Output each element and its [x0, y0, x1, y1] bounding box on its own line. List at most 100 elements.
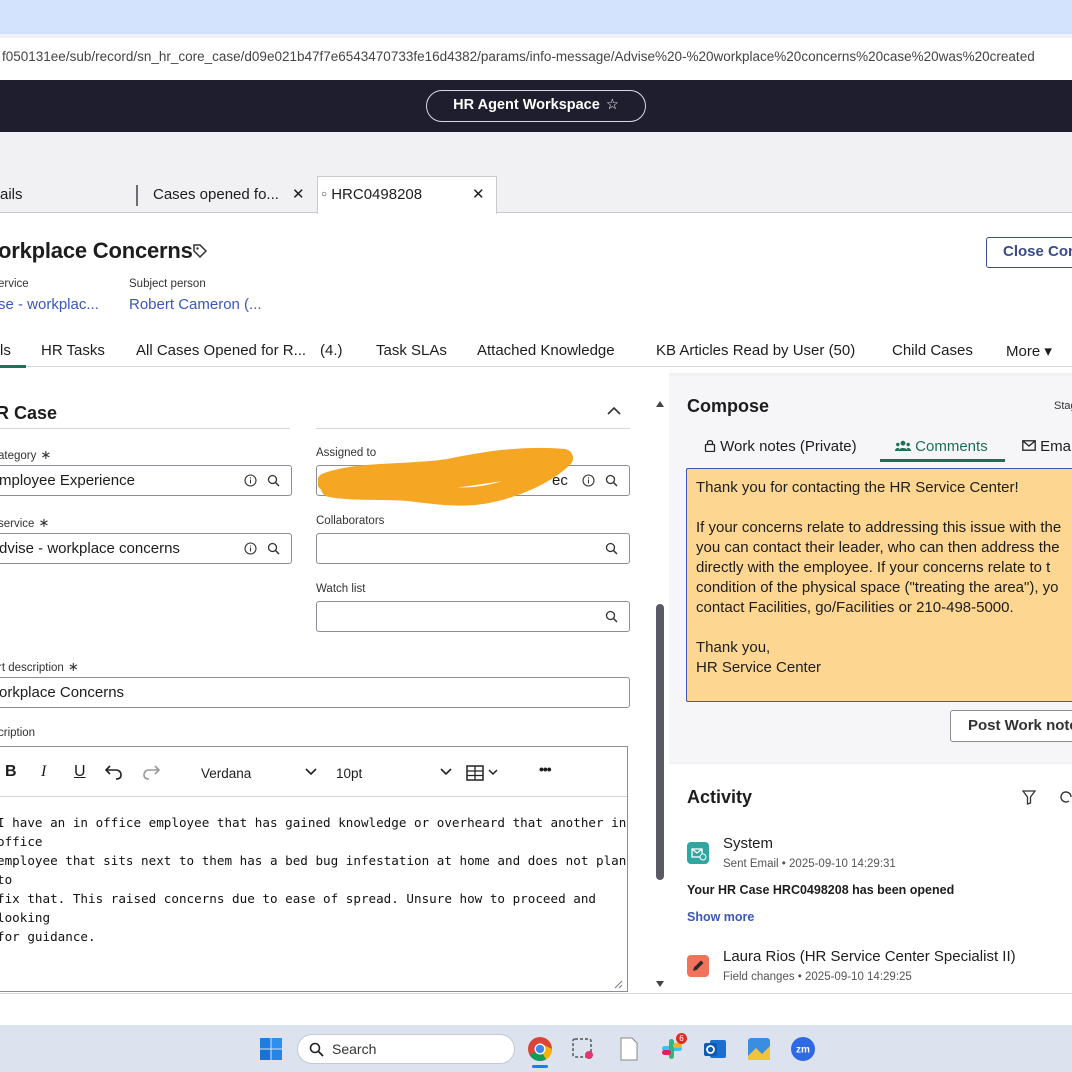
category-field[interactable]: mployee Experience [0, 465, 292, 496]
tab-hr-tasks[interactable]: HR Tasks [41, 342, 105, 359]
search-icon [309, 1042, 324, 1057]
watch-list-field[interactable] [316, 601, 630, 632]
close-case-button[interactable]: Close Con [986, 237, 1072, 268]
close-tab-icon[interactable]: ✕ [292, 176, 305, 213]
tab-status-icon: ○ [321, 189, 328, 200]
info-icon[interactable] [244, 542, 257, 555]
tab-work-notes[interactable]: Work notes (Private) [704, 438, 857, 455]
tab-email[interactable]: Emai [1022, 438, 1072, 455]
tab-details-form[interactable]: ls [0, 342, 11, 359]
zoom-icon[interactable]: zm [790, 1036, 816, 1062]
subject-person-link[interactable]: Robert Cameron (... [129, 296, 262, 313]
tab-attached-knowledge[interactable]: Attached Knowledge [477, 342, 615, 359]
lock-icon [704, 439, 716, 453]
tab-child-cases[interactable]: Child Cases [892, 342, 973, 359]
short-description-field[interactable]: orkplace Concerns [0, 677, 630, 708]
workspace-title: HR Agent Workspace [453, 97, 600, 113]
toolbar-band [0, 132, 1072, 176]
compose-textarea[interactable]: Thank you for contacting the HR Service … [686, 468, 1072, 702]
description-editor[interactable]: B I U Verdana 10pt ••• I have an in offi… [0, 746, 628, 992]
section-divider [0, 428, 290, 429]
tab-comments-label: Comments [915, 438, 988, 455]
browser-tab-strip [0, 0, 1072, 34]
snipping-tool-icon[interactable] [570, 1036, 596, 1062]
info-icon[interactable] [244, 474, 257, 487]
agent-avatar [687, 955, 709, 977]
taskbar-search[interactable]: Search [297, 1034, 515, 1064]
tab-details[interactable]: ails [0, 176, 23, 213]
undo-icon[interactable] [105, 764, 123, 780]
file-icon[interactable] [616, 1036, 642, 1062]
activity-title: Activity [687, 787, 753, 807]
tab-label: ails [0, 186, 23, 203]
search-icon[interactable] [267, 542, 280, 555]
activity-meta: Field changes • 2025-09-10 14:29:25 [723, 971, 912, 983]
section-divider [316, 428, 630, 429]
editor-body[interactable]: I have an in office employee that has ga… [0, 813, 627, 946]
editor-line: employee that sits next to them has a be… [0, 853, 627, 887]
short-description-value: orkplace Concerns [0, 684, 125, 701]
watch-list-label: Watch list [316, 583, 366, 595]
info-icon[interactable] [582, 474, 595, 487]
service-field[interactable]: dvise - workplace concerns [0, 533, 292, 564]
windows-start-icon[interactable] [259, 1037, 283, 1061]
close-tab-icon[interactable]: ✕ [472, 176, 485, 213]
search-icon[interactable] [605, 610, 618, 623]
scroll-up-icon[interactable] [655, 400, 665, 408]
tab-task-slas[interactable]: Task SLAs [376, 342, 447, 359]
system-avatar [687, 842, 709, 864]
photos-icon[interactable] [746, 1036, 772, 1062]
collaborators-field[interactable] [316, 533, 630, 564]
tab-comments[interactable]: Comments [895, 438, 988, 455]
collaborators-label: Collaborators [316, 515, 385, 527]
tab-count[interactable]: (4.) [320, 342, 343, 359]
subject-person-label: Subject person [129, 278, 206, 290]
tag-icon[interactable] [192, 243, 208, 259]
service-link[interactable]: se - workplac... [0, 296, 99, 313]
active-tab-indicator [0, 365, 26, 368]
italic-button[interactable]: I [41, 763, 46, 781]
workspace-switcher[interactable]: HR Agent Workspace ☆ [426, 90, 646, 122]
filter-icon[interactable] [1022, 790, 1036, 805]
star-icon[interactable]: ☆ [606, 97, 619, 113]
stage-label: Stag [1054, 400, 1072, 412]
activity-author: Laura Rios (HR Service Center Specialist… [723, 948, 1016, 965]
section-title: R Case [0, 403, 58, 423]
chevron-down-icon[interactable] [440, 768, 452, 776]
underline-button[interactable]: U [74, 763, 86, 781]
people-icon [895, 440, 911, 451]
tab-email-label: Emai [1040, 438, 1072, 455]
post-work-notes-button[interactable]: Post Work note [950, 710, 1072, 742]
search-icon[interactable] [605, 542, 618, 555]
tab-kb-articles[interactable]: KB Articles Read by User (50) [656, 342, 855, 359]
refresh-icon[interactable] [1060, 790, 1072, 804]
redo-icon[interactable] [142, 764, 160, 780]
tab-all-cases[interactable]: All Cases Opened for R... [136, 342, 306, 359]
size-select[interactable]: 10pt [336, 766, 362, 781]
font-select[interactable]: Verdana [201, 766, 251, 781]
table-icon[interactable] [466, 765, 502, 781]
scroll-down-icon[interactable] [655, 980, 665, 988]
active-app-indicator [532, 1065, 548, 1068]
chrome-icon[interactable] [527, 1036, 553, 1062]
activity-message: Your HR Case HRC0498208 has been opened [687, 883, 955, 897]
tab-cases-opened[interactable]: Cases opened fo... [153, 176, 279, 213]
compose-title: Compose [687, 396, 770, 416]
address-bar[interactable]: f050131ee/sub/record/sn_hr_core_case/d09… [0, 38, 1072, 76]
show-more-link[interactable]: Show more [687, 910, 754, 924]
search-icon[interactable] [605, 474, 618, 487]
mail-icon [1022, 440, 1036, 451]
tab-case-record[interactable]: ○ HRC0498208 [321, 176, 422, 213]
tab-label: Cases opened fo... [153, 186, 279, 203]
bold-button[interactable]: B [5, 763, 17, 781]
search-icon[interactable] [267, 474, 280, 487]
tab-more[interactable]: More ▾ [1006, 342, 1052, 360]
record-title: orkplace Concerns [0, 238, 193, 263]
resize-handle-icon[interactable] [613, 979, 623, 989]
chevron-up-icon[interactable] [606, 404, 622, 416]
scrollbar-thumb[interactable] [656, 604, 664, 880]
chevron-down-icon[interactable] [305, 768, 317, 776]
more-options-icon[interactable]: ••• [539, 761, 552, 777]
editor-line: for guidance. [0, 929, 96, 944]
outlook-icon[interactable] [702, 1036, 728, 1062]
